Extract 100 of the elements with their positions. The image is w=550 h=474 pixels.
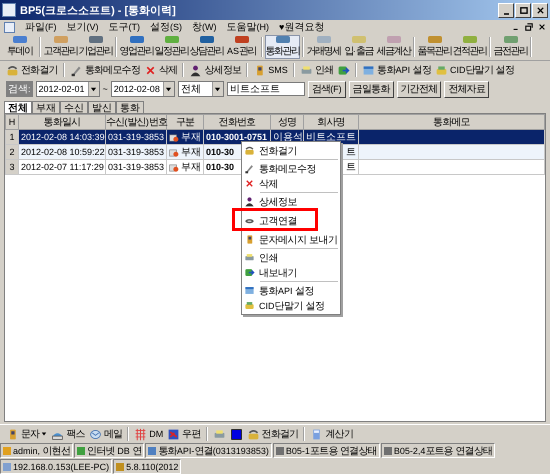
- table-cell: 2012-02-07 11:17:29: [18, 160, 106, 174]
- menu-item[interactable]: 창(W): [192, 20, 216, 34]
- close-icon[interactable]: [538, 23, 546, 31]
- search-field[interactable]: 비트소프트: [226, 82, 305, 96]
- device-icon: [434, 64, 448, 76]
- toolbar-button[interactable]: 영업관리: [119, 35, 154, 59]
- toolbar-button[interactable]: 상담관리: [189, 35, 224, 59]
- person-icon: [244, 196, 255, 207]
- tab[interactable]: 수신: [60, 101, 88, 113]
- pencil-icon: [70, 64, 83, 76]
- search-label: 검색:: [6, 81, 33, 97]
- search-button[interactable]: 금일통화: [348, 80, 394, 98]
- menu-item[interactable]: 내보내기: [242, 265, 340, 280]
- toolbar-button[interactable]: 계산기: [308, 427, 356, 441]
- toolbar-button[interactable]: 우편: [165, 427, 203, 441]
- toolbar-button[interactable]: 일정관리: [154, 35, 189, 59]
- phone-call-icon: [169, 132, 179, 143]
- export-icon: [337, 64, 350, 76]
- menu-item[interactable]: 설정(S): [150, 20, 182, 34]
- minimize-button[interactable]: [498, 2, 514, 18]
- menu-item[interactable]: CID단말기 설정: [242, 298, 340, 313]
- toolbar-button[interactable]: SMS: [251, 64, 290, 76]
- printer-icon: [212, 428, 226, 440]
- toolbar-button[interactable]: 통화API 설정: [360, 63, 433, 77]
- printer-icon: [244, 252, 255, 263]
- toolbar-button[interactable]: 금전관리: [493, 35, 528, 59]
- toolbar-button[interactable]: AS관리: [224, 35, 259, 59]
- column-header[interactable]: 통화일시: [18, 114, 106, 130]
- menu-item[interactable]: 통화메모수정: [242, 161, 340, 176]
- column-header[interactable]: 통화메모: [358, 114, 544, 130]
- tab[interactable]: 발신: [88, 101, 116, 113]
- dropdown-field[interactable]: 전체: [178, 81, 224, 97]
- toolbar-button[interactable]: 팩스: [49, 427, 87, 441]
- table-cell: 2012-02-08 14:03:39: [18, 130, 106, 144]
- toolbar-button[interactable]: 품목관리: [417, 35, 452, 59]
- menu-item[interactable]: 상세정보: [242, 194, 340, 209]
- toolbar-button[interactable]: 메일: [86, 427, 124, 441]
- menu-item[interactable]: 통화API 설정: [242, 283, 340, 298]
- person-icon: [189, 64, 202, 76]
- menu-item[interactable]: 문자메시지 보내기: [242, 232, 340, 247]
- row-number: 1: [9, 132, 14, 142]
- toolbar-button[interactable]: 거래명세: [306, 35, 341, 59]
- column-header[interactable]: 성명: [270, 114, 304, 130]
- status-icon: [384, 446, 392, 454]
- toolbar-button[interactable]: 전화걸기: [4, 63, 60, 77]
- menu-item[interactable]: 고객연결: [242, 213, 340, 228]
- toolbar-button[interactable]: 통화메모수정: [68, 63, 142, 77]
- maximize-icon: [518, 6, 528, 14]
- toolbar-button[interactable]: 견적관리: [452, 35, 487, 59]
- menu-item[interactable]: 파일(F): [25, 20, 56, 34]
- column-header[interactable]: 회사명: [304, 114, 358, 130]
- menu-item[interactable]: ♥원격요청: [279, 20, 324, 34]
- column-header[interactable]: 수신(발신)번호: [106, 114, 166, 130]
- menu-item[interactable]: 보기(V): [66, 20, 98, 34]
- table-cell: 031-319-3853: [106, 130, 166, 144]
- window-title: BP5(크로스소프트) - [통화이력]: [20, 4, 177, 18]
- search-button[interactable]: 검색(F): [308, 80, 346, 98]
- maximize-button[interactable]: [515, 2, 531, 18]
- toolbar-button[interactable]: 전화걸기: [244, 427, 300, 441]
- status-text: admin, 이현선: [13, 444, 70, 458]
- table-cell: 2012-02-08 10:59:22: [18, 144, 106, 160]
- toolbar-button[interactable]: 고객관리: [43, 35, 78, 59]
- status-text: 192.168.0.153(LEE-PC): [13, 462, 110, 472]
- row-number: 2: [9, 147, 14, 157]
- toolbar-button[interactable]: 세금계산: [376, 35, 411, 59]
- mail-icon: [88, 428, 102, 440]
- menu-item[interactable]: 삭제: [242, 176, 340, 191]
- dropdown-arrow-icon: [214, 86, 222, 92]
- toolbar-button[interactable]: 통화관리: [265, 35, 300, 59]
- close-button[interactable]: [532, 2, 548, 18]
- toolbar-button[interactable]: 입·출금: [341, 35, 376, 59]
- menu-item[interactable]: 도구(T): [108, 20, 140, 34]
- search-button[interactable]: 전체자료: [444, 80, 490, 98]
- menu-item[interactable]: 인쇄: [242, 250, 340, 265]
- search-button[interactable]: 기간전체: [396, 80, 442, 98]
- printer-icon: [300, 64, 313, 76]
- menu-item[interactable]: 도움말(H): [226, 20, 269, 34]
- phone-call-icon: [169, 148, 179, 158]
- tab[interactable]: 전체: [4, 101, 32, 113]
- column-header[interactable]: 전화번호: [204, 114, 270, 130]
- column-header[interactable]: H: [6, 114, 18, 130]
- toolbar-button[interactable]: CID단말기 설정: [432, 63, 516, 77]
- toolbar-button[interactable]: 삭제: [142, 63, 180, 77]
- cell-text: 부재: [181, 147, 201, 157]
- dropdown-field[interactable]: 2012-02-08: [110, 81, 175, 97]
- toolbar-button[interactable]: 인쇄: [298, 63, 336, 77]
- toolbar-button[interactable]: 기업관리: [78, 35, 113, 59]
- toolbar-button[interactable]: 투데이: [2, 35, 37, 59]
- device-icon: [244, 300, 255, 311]
- cell-text: 부재: [181, 132, 201, 142]
- tab[interactable]: 통화: [116, 101, 144, 113]
- phone-call-icon: [169, 162, 179, 173]
- tab[interactable]: 부재: [32, 101, 60, 113]
- toolbar-button[interactable]: 문자: [4, 427, 50, 441]
- toolbar-button[interactable]: 상세정보: [187, 63, 244, 77]
- toolbar-button[interactable]: DM: [132, 428, 166, 440]
- envelope-icon: [167, 428, 180, 440]
- restore-icon[interactable]: [525, 23, 533, 31]
- dropdown-field[interactable]: 2012-02-01: [36, 81, 100, 97]
- column-header[interactable]: 구분: [166, 114, 204, 130]
